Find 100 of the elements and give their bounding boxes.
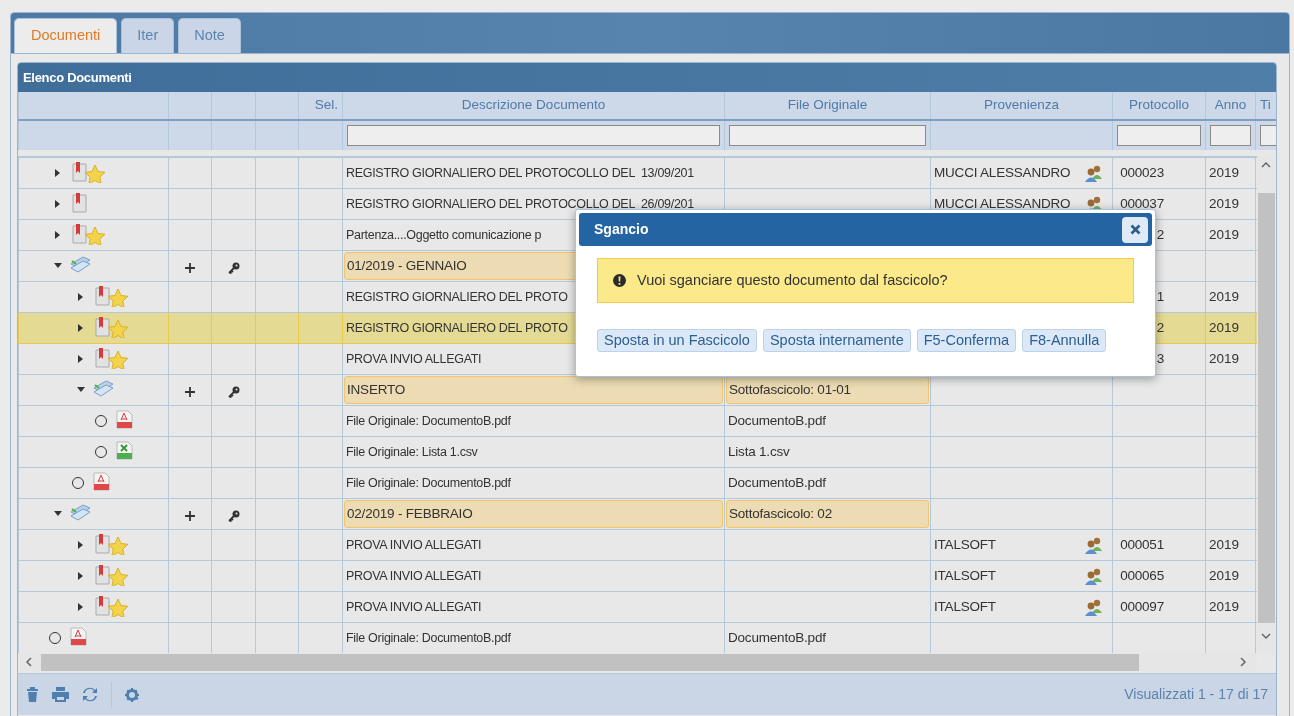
pdf-file-icon <box>116 409 133 429</box>
table-cell-text: 2019 <box>1208 225 1241 244</box>
subfolder-label: Sottofascicolo: 01-01 <box>726 376 929 404</box>
table-cell-text: REGISTRO GIORNALIERO DEL PROTOCOLLO DEL 13/09/201 <box>346 165 694 183</box>
table-cell-text: REGISTRO GIORNALIERO DEL PROTOCOLLO DEL 26/09/201 <box>346 196 694 214</box>
table-cell: 1 <box>1156 288 1164 304</box>
panel-title: Elenco Documenti <box>18 63 1276 92</box>
scroll-down-icon[interactable] <box>1261 633 1271 640</box>
filter-field[interactable] <box>729 125 926 146</box>
table-cell-text: File Originale: DocumentoB.pdf <box>346 630 511 648</box>
collapse-caret-icon[interactable] <box>53 511 63 517</box>
expand-caret-icon[interactable] <box>55 199 61 209</box>
filter-field[interactable] <box>1117 125 1201 146</box>
collapse-caret-icon[interactable] <box>53 263 63 269</box>
table-cell-text: PROVA INVIO ALLEGATI <box>346 568 482 586</box>
table-cell-text: MUCCI ALESSANDRO <box>934 163 1071 182</box>
key-icon[interactable] <box>227 385 240 398</box>
folder-stack-icon <box>69 254 91 275</box>
table-cell-text: 2019 <box>1208 566 1241 585</box>
scroll-up-icon[interactable] <box>1261 161 1271 168</box>
collapse-caret-icon[interactable] <box>76 387 86 393</box>
table-row[interactable]: File Originale: DocumentoB.pdf DocumentoB.pdf <box>18 622 1257 653</box>
filter-field[interactable] <box>1210 125 1251 146</box>
table-cell-text: Lista 1.csv <box>728 442 790 461</box>
table-row[interactable]: File Originale: DocumentoB.pdf DocumentoB.pdf <box>18 405 1257 437</box>
dialog-button[interactable]: Sposta internamente <box>762 329 911 352</box>
table-cell-text: 2019 <box>1208 318 1241 337</box>
table-cell: 000051 <box>1120 536 1164 552</box>
table-cell-text: DocumentoB.pdf <box>728 473 826 492</box>
expand-caret-icon[interactable] <box>55 168 61 178</box>
add-icon[interactable] <box>185 510 195 521</box>
table-cell-text: 2019 <box>1208 194 1241 213</box>
print-icon[interactable] <box>52 687 69 702</box>
pdf-file-icon <box>93 471 110 491</box>
table-cell-text: PROVA INVIO ALLEGATI <box>346 537 482 555</box>
close-icon <box>1129 224 1141 235</box>
table-cell-text: File Originale: Lista 1.csv <box>346 444 478 462</box>
table-row[interactable]: REGISTRO GIORNALIERO DEL PROTOCOLLO DEL 13/09/201 MUCCI ALESSANDRO 000023 2019 <box>18 157 1257 189</box>
subfolder-label: Sottofascicolo: 02 <box>726 500 929 528</box>
table-cell-text: DocumentoB.pdf <box>728 411 826 430</box>
expand-caret-icon[interactable] <box>78 354 84 364</box>
table-row[interactable]: PROVA INVIO ALLEGATI ITALSOFT 000097 2019 <box>18 591 1257 623</box>
table-cell: 000065 <box>1120 567 1164 583</box>
table-cell: 3 <box>1156 350 1164 366</box>
people-icon <box>1085 567 1103 585</box>
expand-caret-icon[interactable] <box>78 571 84 581</box>
people-icon <box>1085 536 1103 554</box>
folder-stack-icon <box>92 378 114 399</box>
table-cell-text: Partenza....Oggetto comunicazione p <box>346 227 542 245</box>
table-cell: 2 <box>1156 226 1164 242</box>
pdf-file-icon <box>70 626 87 646</box>
csv-file-icon <box>116 440 133 460</box>
refresh-icon[interactable] <box>82 687 98 702</box>
close-button[interactable] <box>1122 216 1148 243</box>
table-row[interactable]: PROVA INVIO ALLEGATI ITALSOFT 000051 2019 <box>18 529 1257 561</box>
table-cell-text: REGISTRO GIORNALIERO DEL PROTO <box>346 289 568 307</box>
folder-title: 02/2019 - FEBBRAIO <box>344 500 723 528</box>
people-icon <box>1085 164 1103 182</box>
table-cell-text: File Originale: DocumentoB.pdf <box>346 413 511 431</box>
dialog-button[interactable]: F8-Annulla <box>1022 329 1107 352</box>
table-row[interactable]: 02/2019 - FEBBRAIO Sottofascicolo: 02 <box>18 498 1257 530</box>
table-row[interactable]: PROVA INVIO ALLEGATI ITALSOFT 000065 2019 <box>18 560 1257 592</box>
settings-icon[interactable] <box>125 687 139 702</box>
table-cell-text: MUCCI ALESSANDRO <box>934 194 1071 213</box>
table-row[interactable]: File Originale: Lista 1.csv Lista 1.csv <box>18 436 1257 468</box>
warning-icon <box>613 274 626 287</box>
expand-caret-icon[interactable] <box>78 292 84 302</box>
key-icon[interactable] <box>227 261 240 274</box>
folder-title: INSERTO <box>344 376 723 404</box>
table-cell: 000097 <box>1120 598 1164 614</box>
key-icon[interactable] <box>227 509 240 522</box>
expand-caret-icon[interactable] <box>78 323 84 333</box>
table-cell-text: 2019 <box>1208 349 1241 368</box>
table-row[interactable]: INSERTO Sottofascicolo: 01-01 <box>18 374 1257 406</box>
table-cell: 2 <box>1156 319 1164 335</box>
table-cell: 000037 <box>1120 195 1164 211</box>
expand-caret-icon[interactable] <box>55 230 61 240</box>
table-cell-text: File Originale: DocumentoB.pdf <box>346 475 511 493</box>
add-icon[interactable] <box>185 262 195 273</box>
dialog-button[interactable]: Sposta in un Fascicolo <box>597 329 757 352</box>
table-cell-text: REGISTRO GIORNALIERO DEL PROTO <box>346 320 568 338</box>
table-cell: 000023 <box>1120 164 1164 180</box>
expand-caret-icon[interactable] <box>78 602 84 612</box>
people-icon <box>1085 598 1103 616</box>
table-cell-text: PROVA INVIO ALLEGATI <box>346 599 482 617</box>
add-icon[interactable] <box>185 386 195 397</box>
table-cell-text: DocumentoB.pdf <box>728 628 826 647</box>
scroll-right-icon[interactable] <box>1240 657 1247 667</box>
table-cell-text: 2019 <box>1208 163 1241 182</box>
delete-icon[interactable] <box>26 687 39 702</box>
scroll-left-icon[interactable] <box>25 657 32 667</box>
filter-field[interactable] <box>347 125 720 146</box>
table-cell-text: 2019 <box>1208 287 1241 306</box>
dialog-title: Sgancio <box>594 220 649 239</box>
dialog-button[interactable]: F5-Conferma <box>916 329 1017 352</box>
table-cell-text: ITALSOFT <box>934 566 996 585</box>
table-row[interactable]: File Originale: DocumentoB.pdf DocumentoB.pdf <box>18 467 1257 499</box>
record-count: Visualizzati 1 - 17 di 17 <box>1124 685 1268 704</box>
table-cell-text: 2019 <box>1208 535 1241 554</box>
expand-caret-icon[interactable] <box>78 540 84 550</box>
